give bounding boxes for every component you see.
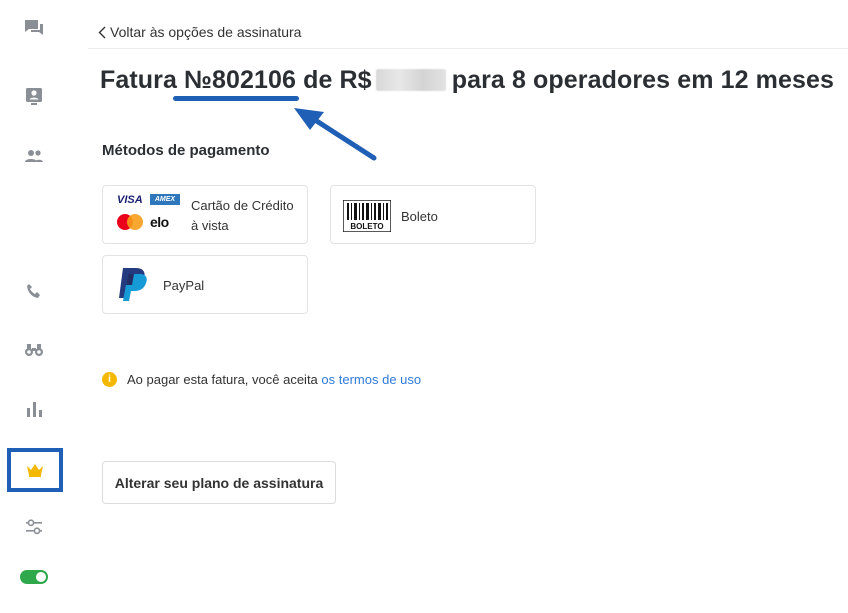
- credit-card-sublabel: à vista: [191, 218, 229, 233]
- visa-logo: VISA: [117, 194, 143, 206]
- terms-link[interactable]: os termos de uso: [321, 372, 421, 387]
- paypal-icon: [119, 268, 147, 301]
- amex-logo: AMEX: [150, 194, 180, 205]
- barcode-icon: BOLETO: [343, 200, 391, 232]
- title-prefix: Fatura: [100, 66, 178, 94]
- annotation-underline: [173, 96, 299, 101]
- elo-logo: elo: [150, 214, 169, 230]
- credit-card-label: Cartão de Crédito: [191, 198, 294, 213]
- title-suffix: para 8 operadores em 12 meses: [451, 66, 834, 94]
- boleto-option[interactable]: BOLETO Boleto: [330, 185, 536, 244]
- payment-methods-title: Métodos de pagamento: [102, 142, 270, 159]
- boleto-logo-text: BOLETO: [350, 222, 383, 231]
- sliders-icon[interactable]: [0, 509, 68, 545]
- subscription-nav-active[interactable]: [7, 448, 63, 492]
- blurred-amount: [375, 69, 446, 91]
- boleto-label: Boleto: [401, 209, 438, 224]
- binoculars-icon[interactable]: [0, 332, 68, 368]
- chat-icon[interactable]: [0, 10, 68, 46]
- main-content: Voltar às opções de assinatura Fatura №8…: [88, 0, 848, 613]
- phone-icon[interactable]: [0, 273, 68, 309]
- divider: [88, 48, 848, 49]
- invoice-number: №802106: [184, 66, 297, 94]
- crown-icon: [27, 464, 43, 477]
- back-link[interactable]: Voltar às opções de assinatura: [98, 24, 301, 40]
- terms-notice-text: Ao pagar esta fatura, você aceita: [127, 372, 318, 387]
- sidebar: [0, 0, 68, 613]
- bar-chart-icon[interactable]: [0, 391, 68, 427]
- info-icon: i: [102, 372, 117, 387]
- contact-card-icon[interactable]: [0, 78, 68, 114]
- title-mid: de R$: [303, 66, 372, 94]
- change-plan-button[interactable]: Alterar seu plano de assinatura: [102, 461, 336, 504]
- credit-card-option[interactable]: VISA AMEX elo Cartão de Crédito à vista: [102, 185, 308, 244]
- team-icon[interactable]: [0, 138, 68, 174]
- terms-notice: i Ao pagar esta fatura, você aceita os t…: [102, 372, 421, 387]
- back-link-label: Voltar às opções de assinatura: [110, 24, 302, 40]
- page-title: Fatura №802106 de R$ para 8 operadores em…: [100, 66, 834, 95]
- card-brands-logo: VISA AMEX elo: [117, 194, 181, 234]
- paypal-option[interactable]: PayPal: [102, 255, 308, 314]
- mastercard-logo: [117, 214, 143, 230]
- chevron-left-icon: [98, 26, 106, 38]
- paypal-label: PayPal: [163, 278, 205, 293]
- status-toggle[interactable]: [20, 570, 48, 584]
- annotation-arrow-icon: [294, 108, 377, 161]
